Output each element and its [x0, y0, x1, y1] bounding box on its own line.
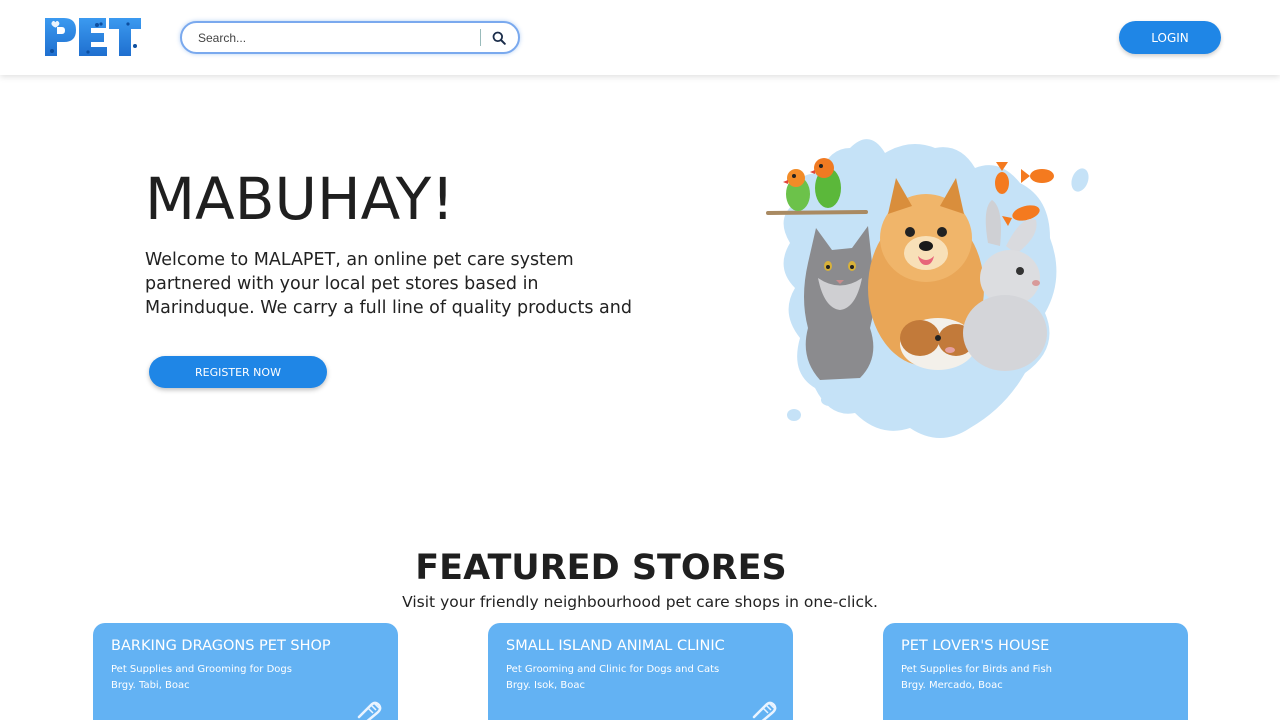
search-button[interactable]	[487, 27, 511, 49]
store-description: Pet Supplies for Birds and Fish	[901, 664, 1052, 675]
register-now-button[interactable]: REGISTER NOW	[149, 356, 327, 388]
store-name: BARKING DRAGONS PET SHOP	[111, 638, 331, 654]
featured-stores-subtitle: Visit your friendly neighbourhood pet ca…	[402, 593, 878, 611]
store-address: Brgy. Tabi, Boac	[111, 680, 190, 691]
search-divider	[480, 29, 481, 46]
featured-stores-title: FEATURED STORES	[415, 548, 787, 588]
login-button[interactable]: LOGIN	[1119, 21, 1221, 54]
hero-description: Welcome to MALAPET, an online pet care s…	[145, 250, 632, 318]
store-description: Pet Grooming and Clinic for Dogs and Cat…	[506, 664, 720, 675]
pet-logo[interactable]	[44, 16, 142, 58]
grooming-brush-icon	[357, 701, 382, 720]
store-card-pet-lovers-house[interactable]: PET LOVER'S HOUSE Pet Supplies for Birds…	[883, 623, 1188, 720]
store-name: PET LOVER'S HOUSE	[901, 638, 1050, 654]
hero-title: MABUHAY!	[145, 165, 455, 233]
store-name: SMALL ISLAND ANIMAL CLINIC	[506, 638, 725, 654]
store-card-barking-dragons[interactable]: BARKING DRAGONS PET SHOP Pet Supplies an…	[93, 623, 398, 720]
store-address: Brgy. Isok, Boac	[506, 680, 586, 691]
search-input[interactable]	[198, 28, 478, 48]
search-icon	[492, 31, 506, 45]
store-address: Brgy. Mercado, Boac	[901, 680, 1003, 691]
store-description: Pet Supplies and Grooming for Dogs	[111, 664, 292, 675]
search-bar	[180, 21, 520, 54]
pets-illustration	[760, 128, 1100, 448]
store-card-small-island[interactable]: SMALL ISLAND ANIMAL CLINIC Pet Grooming …	[488, 623, 793, 720]
logo-graphic	[45, 18, 141, 56]
top-navbar: LOGIN	[0, 0, 1280, 75]
grooming-brush-icon	[752, 701, 777, 720]
